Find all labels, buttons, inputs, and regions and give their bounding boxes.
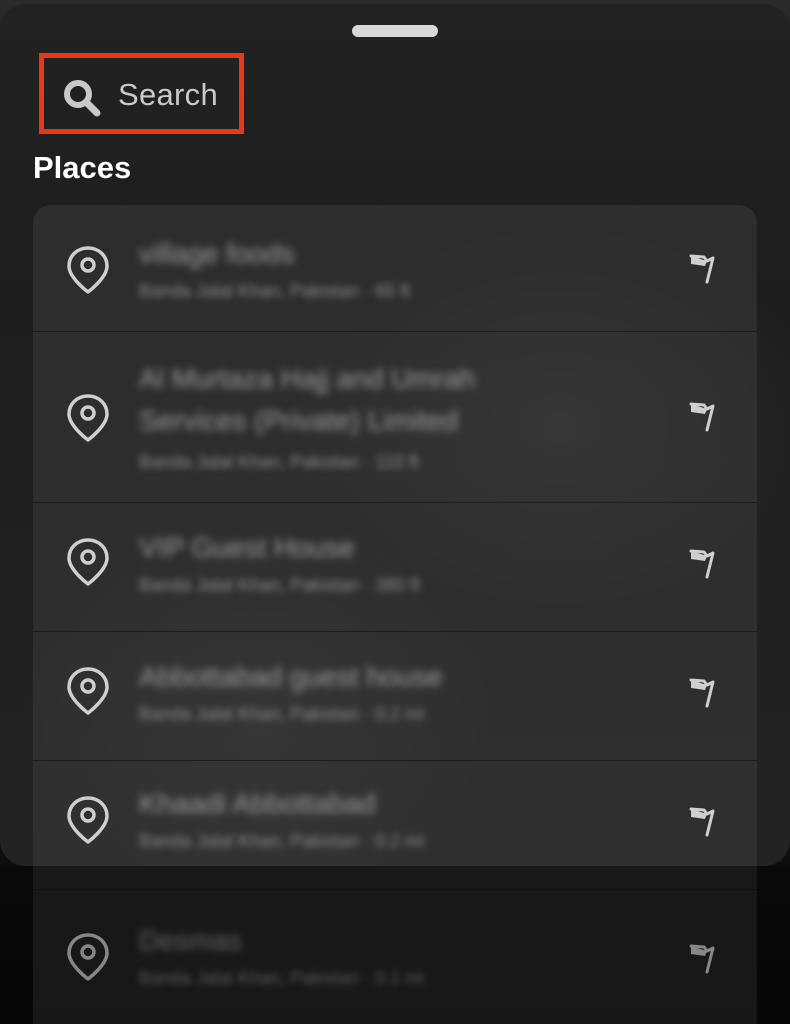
place-subtitle: Banda Jalal Khan, Pakistan · 380 ft (139, 575, 421, 595)
search-label: Search (118, 77, 219, 112)
map-pin-icon (67, 394, 109, 442)
place-title: Al Murtaza Hajj and Umrah Services (Priv… (139, 363, 476, 436)
place-title: village foods (139, 238, 295, 269)
places-list: village foods Banda Jalal Khan, Pakistan… (33, 205, 757, 1024)
place-title: Khaadi Abbottabad (139, 788, 376, 819)
place-row[interactable]: Abbottabad guest house Banda Jalal Khan,… (33, 632, 757, 761)
place-title: Desmas (139, 925, 242, 956)
flag-icon[interactable] (687, 547, 717, 579)
flag-icon[interactable] (687, 252, 717, 284)
place-row[interactable]: Desmas Banda Jalal Khan, Pakistan · 0.1 … (33, 890, 757, 1024)
place-subtitle: Banda Jalal Khan, Pakistan · 0.2 mi (139, 704, 425, 724)
flag-icon[interactable] (687, 676, 717, 708)
search-button[interactable]: Search (39, 53, 244, 134)
flag-icon[interactable] (687, 400, 717, 432)
sheet-grabber-handle[interactable] (352, 25, 438, 37)
search-icon (64, 80, 101, 117)
place-row[interactable]: Al Murtaza Hajj and Umrah Services (Priv… (33, 332, 757, 503)
flag-icon[interactable] (687, 805, 717, 837)
place-subtitle: Banda Jalal Khan, Pakistan · 0.1 mi (139, 968, 425, 988)
place-subtitle: Banda Jalal Khan, Pakistan · 0.2 mi (139, 831, 425, 851)
screen: Search Places village foods Banda Jalal … (0, 0, 790, 1024)
map-pin-icon (67, 246, 109, 294)
place-title: VIP Guest House (139, 532, 355, 563)
flag-icon[interactable] (687, 942, 717, 974)
place-title: Abbottabad guest house (139, 661, 443, 692)
place-row[interactable]: Khaadi Abbottabad Banda Jalal Khan, Paki… (33, 761, 757, 890)
place-subtitle: Banda Jalal Khan, Pakistan · 110 ft (139, 452, 419, 472)
map-pin-icon (67, 796, 109, 844)
section-title-places: Places (33, 150, 132, 185)
map-pin-icon (67, 933, 109, 981)
map-pin-icon (67, 538, 109, 586)
map-pin-icon (67, 667, 109, 715)
place-row[interactable]: village foods Banda Jalal Khan, Pakistan… (33, 205, 757, 332)
place-subtitle: Banda Jalal Khan, Pakistan · 65 ft (139, 281, 411, 301)
place-row[interactable]: VIP Guest House Banda Jalal Khan, Pakist… (33, 503, 757, 632)
